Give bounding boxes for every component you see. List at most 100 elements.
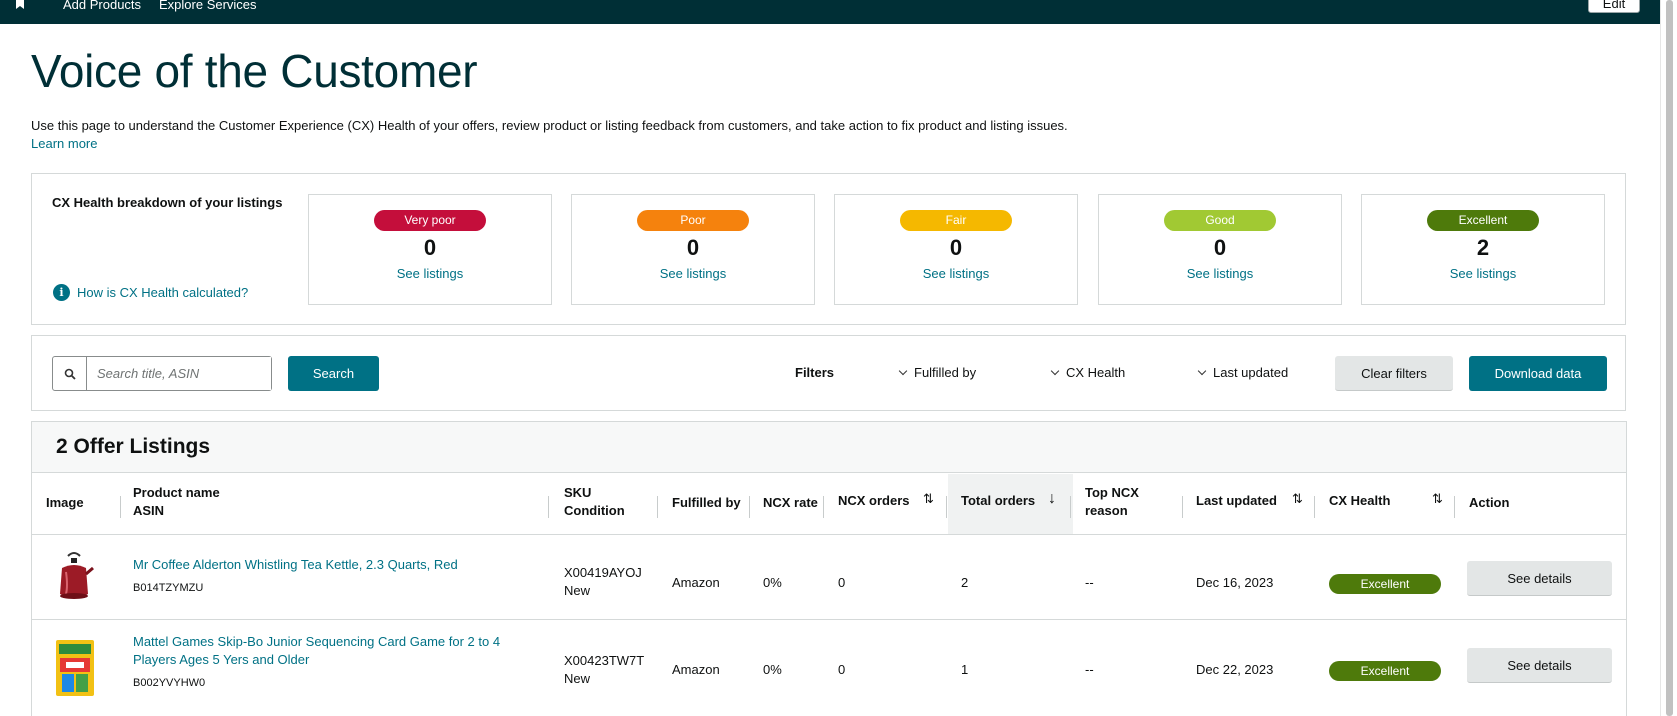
- table-header-bar: 2 Offer Listings: [32, 422, 1626, 473]
- cx-health-help-label: How is CX Health calculated?: [77, 285, 249, 300]
- last-updated-dropdown-label: Last updated: [1213, 365, 1289, 380]
- cx-health-badge: Excellent: [1329, 661, 1441, 681]
- chevron-down-icon: [898, 366, 908, 375]
- sort-icon[interactable]: ⇅: [1432, 491, 1443, 507]
- cx-card-poor: Poor 0 See listings: [571, 194, 815, 305]
- col-separator: [1070, 496, 1071, 518]
- learn-more-link[interactable]: Learn more: [31, 136, 97, 151]
- offer-listings-table: 2 Offer Listings Image Product name ASIN…: [31, 421, 1627, 716]
- vertical-scrollbar[interactable]: [1660, 0, 1677, 716]
- col-asin: ASIN: [133, 503, 165, 518]
- nav-add-products[interactable]: Add Products: [63, 0, 141, 12]
- info-icon: i: [53, 284, 70, 301]
- fulfilled-by-dropdown[interactable]: Fulfilled by: [898, 365, 977, 380]
- col-separator: [1314, 496, 1315, 518]
- cx-health-help-link[interactable]: i How is CX Health calculated?: [53, 284, 248, 301]
- fulfilled-by-value: Amazon: [672, 662, 720, 677]
- product-thumbnail-kettle[interactable]: [54, 550, 94, 604]
- cx-health-dropdown-label: CX Health: [1066, 365, 1126, 380]
- download-data-button[interactable]: Download data: [1469, 356, 1607, 391]
- edit-button[interactable]: Edit: [1588, 0, 1640, 13]
- col-condition: Condition: [564, 503, 625, 518]
- cx-card-excellent: Excellent 2 See listings: [1361, 194, 1605, 305]
- ncx-orders-value: 0: [838, 662, 846, 677]
- cx-count-excellent: 2: [1476, 235, 1490, 260]
- search-box: [52, 356, 272, 391]
- chevron-down-icon: [1197, 366, 1207, 375]
- see-listings-fair[interactable]: See listings: [835, 266, 1077, 281]
- ncx-rate-value: 0%: [763, 662, 782, 677]
- top-ncx-value: --: [1085, 575, 1094, 590]
- col-separator: [749, 496, 750, 518]
- product-asin: B002YVYHW0: [133, 677, 206, 689]
- cx-card-good: Good 0 See listings: [1098, 194, 1342, 305]
- product-name-link-line2[interactable]: Players Ages 5 Yers and Older: [133, 651, 309, 669]
- col-action: Action: [1469, 495, 1510, 510]
- filter-bar: Search Filters Fulfilled by CX Health La…: [31, 335, 1626, 411]
- search-button[interactable]: Search: [288, 356, 379, 391]
- cx-badge-excellent: Excellent: [1427, 210, 1539, 231]
- product-name-link[interactable]: Mr Coffee Alderton Whistling Tea Kettle,…: [133, 556, 458, 574]
- product-sku: X00419AYOJ: [564, 565, 642, 580]
- page-intro: Use this page to understand the Customer…: [31, 118, 1068, 133]
- col-separator: [120, 496, 121, 518]
- ncx-orders-value: 0: [838, 575, 846, 590]
- total-orders-value: 1: [961, 662, 969, 677]
- see-details-button[interactable]: See details: [1467, 561, 1612, 596]
- cx-count-fair: 0: [949, 235, 963, 260]
- page-title: Voice of the Customer: [31, 45, 478, 97]
- cx-count-very-poor: 0: [423, 235, 437, 260]
- bookmark-icon[interactable]: [14, 0, 26, 9]
- sort-icon[interactable]: ⇅: [1292, 491, 1303, 507]
- col-fulfilled-by: Fulfilled by: [672, 495, 741, 510]
- fulfilled-by-value: Amazon: [672, 575, 720, 590]
- last-updated-dropdown[interactable]: Last updated: [1197, 365, 1289, 380]
- cx-count-poor: 0: [686, 235, 700, 260]
- cx-health-heading: CX Health breakdown of your listings: [52, 195, 283, 210]
- col-separator: [657, 496, 658, 518]
- product-sku: X00423TW7T: [564, 653, 645, 668]
- cx-badge-very-poor: Very poor: [374, 210, 486, 231]
- col-product-name[interactable]: Product name: [133, 484, 220, 502]
- cx-card-fair: Fair 0 See listings: [834, 194, 1078, 305]
- col-separator: [1182, 496, 1183, 518]
- col-separator: [1454, 496, 1455, 518]
- product-condition: New: [564, 583, 591, 598]
- top-ncx-value: --: [1085, 662, 1094, 677]
- col-image: Image: [46, 495, 84, 510]
- col-total-orders[interactable]: Total orders: [961, 492, 1035, 510]
- scrollbar-thumb[interactable]: [1666, 0, 1673, 716]
- filters-label: Filters: [795, 365, 835, 380]
- fulfilled-by-dropdown-label: Fulfilled by: [914, 365, 977, 380]
- see-listings-good[interactable]: See listings: [1099, 266, 1341, 281]
- last-updated-value: Dec 16, 2023: [1196, 575, 1274, 590]
- col-separator: [946, 496, 947, 518]
- col-ncx-rate: NCX rate: [763, 495, 818, 510]
- col-last-updated[interactable]: Last updated: [1196, 492, 1277, 510]
- sort-descending-icon[interactable]: ↓: [1048, 490, 1056, 508]
- table-row: Mattel Games Skip-Bo Junior Sequencing C…: [32, 620, 1626, 716]
- search-icon[interactable]: [53, 357, 87, 390]
- col-top-ncx-reason-2: reason: [1085, 503, 1128, 518]
- total-orders-value: 2: [961, 575, 969, 590]
- sort-icon[interactable]: ⇅: [923, 491, 934, 507]
- see-details-button[interactable]: See details: [1467, 648, 1612, 683]
- see-listings-poor[interactable]: See listings: [572, 266, 814, 281]
- product-thumbnail-card-game[interactable]: [56, 640, 94, 696]
- product-name-link[interactable]: Mattel Games Skip-Bo Junior Sequencing C…: [133, 633, 500, 651]
- nav-explore-services[interactable]: Explore Services: [159, 0, 257, 12]
- cx-health-panel: CX Health breakdown of your listings i H…: [31, 173, 1626, 325]
- clear-filters-button[interactable]: Clear filters: [1335, 356, 1453, 391]
- see-listings-very-poor[interactable]: See listings: [309, 266, 551, 281]
- cx-count-good: 0: [1213, 235, 1227, 260]
- product-condition: New: [564, 671, 591, 686]
- search-input[interactable]: [88, 357, 271, 390]
- col-ncx-orders[interactable]: NCX orders: [838, 492, 910, 510]
- col-cx-health[interactable]: CX Health: [1329, 492, 1390, 510]
- see-listings-excellent[interactable]: See listings: [1362, 266, 1604, 281]
- cx-badge-good: Good: [1164, 210, 1276, 231]
- cx-card-very-poor: Very poor 0 See listings: [308, 194, 552, 305]
- col-sku: SKU: [564, 485, 592, 500]
- cx-health-dropdown[interactable]: CX Health: [1050, 365, 1126, 380]
- table-title: 2 Offer Listings: [56, 435, 211, 458]
